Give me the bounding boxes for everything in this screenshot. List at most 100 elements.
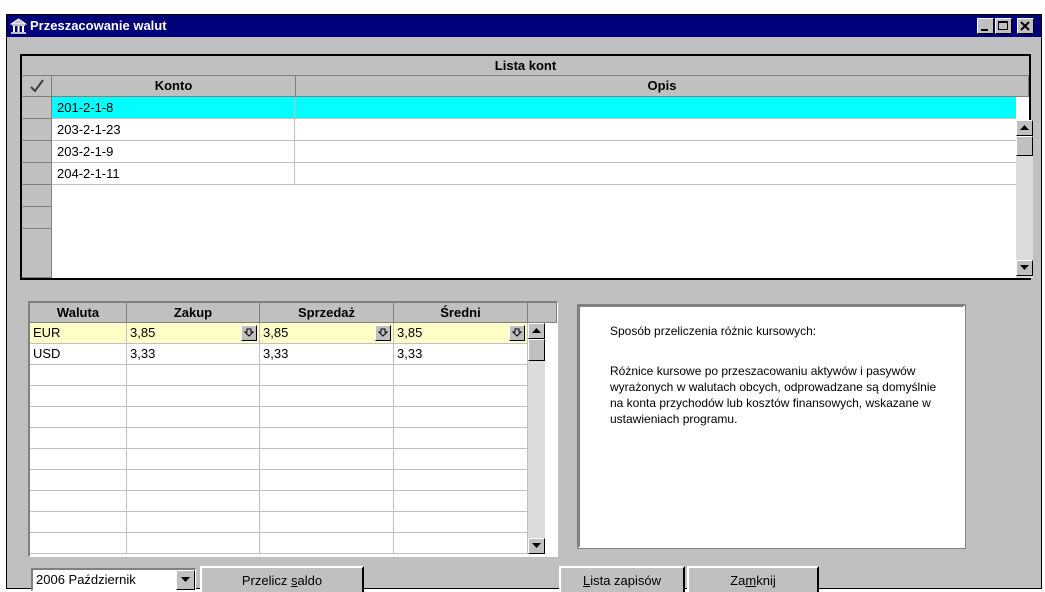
scroll-down-button[interactable]: [528, 538, 545, 554]
empty-cell[interactable]: [260, 386, 394, 407]
table-row[interactable]: 201-2-1-8: [52, 97, 1016, 119]
empty-cell[interactable]: [30, 491, 127, 512]
button-label: ista zapisów: [590, 573, 662, 588]
accounts-scrollbar[interactable]: [1016, 120, 1033, 278]
close-window-button[interactable]: [1017, 18, 1034, 34]
empty-cell[interactable]: [260, 428, 394, 449]
empty-cell[interactable]: [127, 533, 260, 554]
scroll-up-button[interactable]: [528, 323, 545, 339]
zakup-cell[interactable]: 3,33: [127, 344, 260, 365]
period-dropdown-button[interactable]: [176, 570, 195, 590]
sredni-cell[interactable]: 3,33: [394, 344, 528, 365]
sprzedaz-column-header[interactable]: Sprzedaż: [260, 303, 394, 323]
empty-cell[interactable]: [30, 428, 127, 449]
sprzedaz-value: 3,85: [263, 325, 289, 340]
sprzedaz-picker-button[interactable]: [375, 325, 391, 341]
empty-cell[interactable]: [260, 365, 394, 386]
table-row[interactable]: 203-2-1-23: [52, 119, 1016, 141]
empty-cell[interactable]: [127, 449, 260, 470]
zakup-column-header[interactable]: Zakup: [127, 303, 260, 323]
konto-column-header[interactable]: Konto: [52, 76, 296, 97]
empty-cell[interactable]: [127, 470, 260, 491]
empty-cell[interactable]: [394, 428, 528, 449]
waluta-cell[interactable]: USD: [30, 344, 127, 365]
sprzedaz-cell[interactable]: 3,85: [260, 323, 394, 344]
empty-cell[interactable]: [30, 470, 127, 491]
down-arrow-icon: [244, 328, 254, 337]
empty-cell[interactable]: [260, 533, 394, 554]
empty-cell[interactable]: [127, 365, 260, 386]
scroll-thumb[interactable]: [1016, 136, 1033, 156]
empty-cell[interactable]: [127, 386, 260, 407]
close-button[interactable]: Zamknij: [687, 566, 819, 592]
empty-cell[interactable]: [260, 449, 394, 470]
zakup-picker-button[interactable]: [241, 325, 257, 341]
grid-corner: [528, 303, 557, 323]
empty-cell[interactable]: [394, 533, 528, 554]
maximize-button[interactable]: [995, 18, 1012, 34]
minimize-button[interactable]: [977, 18, 994, 34]
empty-cell[interactable]: [30, 533, 127, 554]
maximize-icon: [998, 21, 1008, 30]
empty-cell[interactable]: [394, 449, 528, 470]
title-bar[interactable]: Przeszacowanie walut: [7, 15, 1041, 37]
empty-cell[interactable]: [260, 512, 394, 533]
bank-icon: [10, 18, 27, 34]
empty-cell[interactable]: [394, 365, 528, 386]
sredni-picker-button[interactable]: [509, 325, 525, 341]
empty-cell[interactable]: [394, 491, 528, 512]
empty-cell[interactable]: [394, 386, 528, 407]
period-value: 2006 Październik: [36, 572, 136, 587]
scroll-thumb[interactable]: [528, 339, 545, 361]
sredni-column-header[interactable]: Średni: [394, 303, 528, 323]
empty-cell[interactable]: [394, 470, 528, 491]
empty-cell[interactable]: [127, 428, 260, 449]
empty-cell[interactable]: [127, 407, 260, 428]
entries-list-button[interactable]: Lista zapisów: [559, 566, 685, 592]
empty-cell[interactable]: [260, 470, 394, 491]
button-label: knij: [756, 573, 776, 588]
sredni-cell[interactable]: 3,85: [394, 323, 528, 344]
empty-cell[interactable]: [260, 491, 394, 512]
scroll-down-button[interactable]: [1016, 260, 1033, 276]
empty-cell[interactable]: [394, 407, 528, 428]
button-label: Przelicz: [241, 573, 292, 588]
info-heading: Sposób przeliczenia różnic kursowych:: [610, 324, 817, 338]
table-row[interactable]: 204-2-1-11: [52, 163, 1016, 185]
waluta-cell[interactable]: EUR: [30, 323, 127, 344]
currency-scrollbar[interactable]: [528, 323, 545, 554]
empty-cell[interactable]: [30, 407, 127, 428]
empty-cell[interactable]: [394, 512, 528, 533]
sprzedaz-cell[interactable]: 3,33: [260, 344, 394, 365]
waluta-column-header[interactable]: Waluta: [30, 303, 127, 323]
check-column-header[interactable]: [22, 76, 52, 97]
row-selector[interactable]: [22, 119, 52, 141]
row-selector[interactable]: [22, 141, 52, 163]
zakup-cell[interactable]: 3,85: [127, 323, 260, 344]
empty-cell[interactable]: [30, 512, 127, 533]
empty-cell[interactable]: [127, 491, 260, 512]
empty-cell[interactable]: [127, 512, 260, 533]
down-arrow-icon: [532, 543, 541, 548]
scroll-up-button[interactable]: [1016, 120, 1033, 136]
chevron-down-icon: [181, 577, 190, 582]
empty-cell[interactable]: [30, 365, 127, 386]
row-selector[interactable]: [22, 185, 52, 207]
row-selector[interactable]: [22, 163, 52, 185]
recalculate-balance-button[interactable]: Przelicz saldo: [200, 566, 364, 592]
row-selector[interactable]: [22, 97, 52, 119]
row-selector[interactable]: [22, 207, 52, 229]
accounts-grid: Lista kont Konto Opis 201-2-1-8 203-2-1-…: [20, 54, 1033, 280]
empty-cell[interactable]: [30, 449, 127, 470]
opis-column-header[interactable]: Opis: [296, 76, 1029, 97]
currency-revaluation-window: Przeszacowanie walut Lista kont Konto Op…: [6, 14, 1042, 592]
opis-cell: [295, 163, 1016, 185]
konto-cell: 203-2-1-23: [52, 119, 295, 141]
empty-cell[interactable]: [260, 407, 394, 428]
table-row[interactable]: 203-2-1-9: [52, 141, 1016, 163]
konto-cell: 203-2-1-9: [52, 141, 295, 163]
row-selector[interactable]: [22, 229, 52, 278]
button-label: m: [745, 573, 757, 588]
empty-cell[interactable]: [30, 386, 127, 407]
period-select[interactable]: 2006 Październik: [31, 568, 196, 591]
